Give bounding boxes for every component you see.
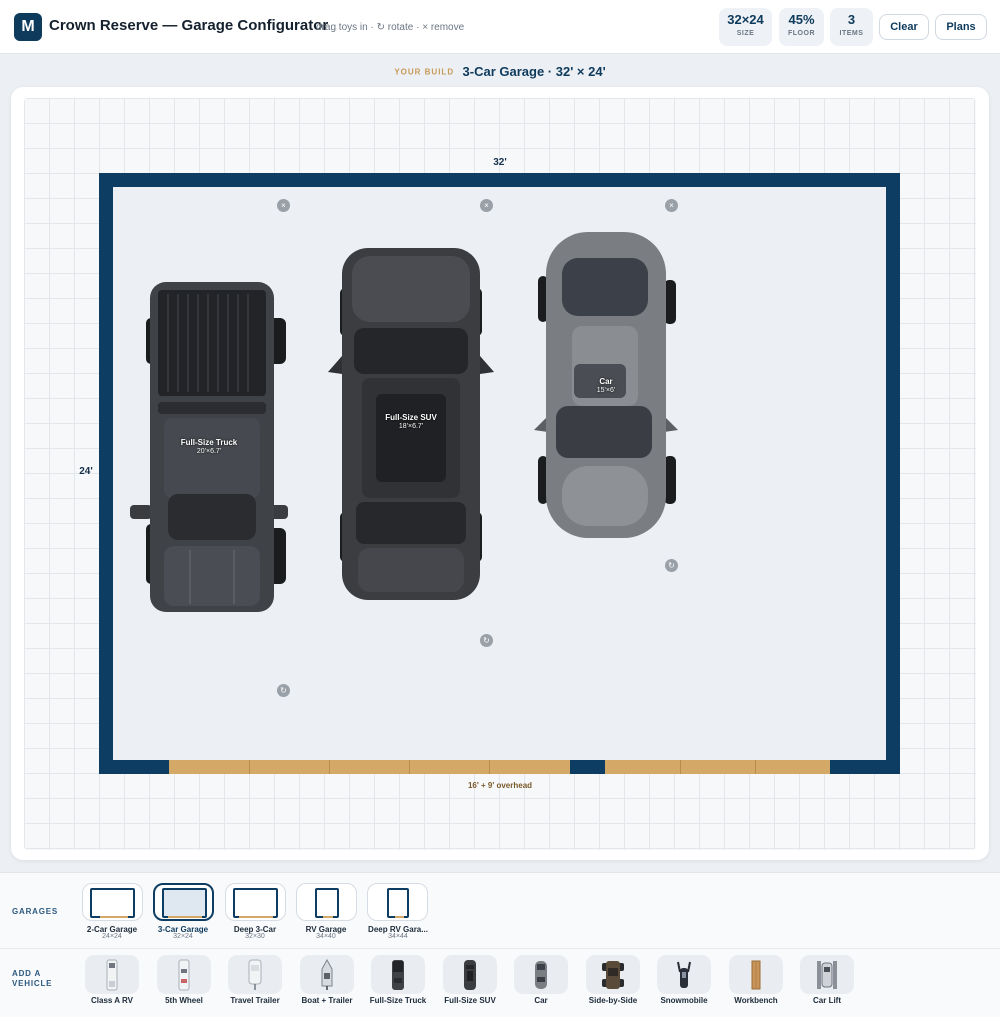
add-full-size-truck-button[interactable] (371, 955, 425, 994)
vehicle-suv-name: Full-Size SUV (385, 413, 437, 422)
build-title: YOUR BUILD 3-Car Garage · 32' × 24' (0, 63, 1000, 81)
add-car-button[interactable] (514, 955, 568, 994)
garage-door-16ft (169, 760, 570, 774)
add-boat-trailer-button[interactable] (300, 955, 354, 994)
vehicle-truck-label: Full-Size Truck 20'×6.7' (128, 438, 290, 455)
garage-option-size: 34×40 (316, 933, 336, 940)
stat-size-value: 32×24 (727, 12, 764, 27)
garage-option-2-car[interactable] (82, 883, 143, 921)
add-workbench-button[interactable] (729, 955, 783, 994)
add-snowmobile-button[interactable] (657, 955, 711, 994)
car-lift-icon (817, 960, 837, 989)
snowmobile-icon (677, 961, 691, 988)
garage-option-size: 34×44 (388, 933, 408, 940)
vehicle-suv-label: Full-Size SUV 18'×6.7' (328, 413, 494, 430)
garage-option-3-car[interactable] (153, 883, 214, 921)
tray-divider (0, 948, 1000, 949)
plans-button[interactable]: Plans (935, 14, 987, 40)
travel-trailer-icon (248, 959, 262, 990)
workbench-icon (751, 960, 761, 989)
vehicle-car-name: Car (599, 377, 613, 386)
boat-trailer-icon (321, 958, 333, 990)
garage-rv-icon (315, 888, 339, 918)
vehicle-option-name: Full-Size SUV (444, 996, 496, 1005)
depth-dimension-label: 24' (79, 466, 93, 477)
garage-2-car-icon (90, 888, 135, 918)
build-kicker: YOUR BUILD (394, 67, 455, 77)
remove-truck-icon[interactable]: × (277, 199, 290, 212)
class-a-rv-icon (106, 959, 118, 990)
truck-icon (392, 959, 404, 990)
vehicle-car[interactable]: Car 15'×6' (532, 230, 680, 542)
build-name: 3-Car Garage · 32' × 24' (462, 64, 606, 80)
vehicle-car-size: 15'×6' (596, 387, 616, 394)
rotate-truck-icon[interactable]: ↻ (277, 684, 290, 697)
stat-items: 3 ITEMS (830, 8, 873, 46)
vehicle-option-name: Side-by-Side (588, 996, 638, 1005)
add-travel-trailer-button[interactable] (228, 955, 282, 994)
door-panel-divider (680, 760, 681, 774)
add-5th-wheel-button[interactable] (157, 955, 211, 994)
add-class-a-rv-button[interactable] (85, 955, 139, 994)
stat-floor-value: 45% (788, 12, 815, 27)
app-hint: drag toys in · ↻ rotate · × remove (316, 22, 465, 33)
stat-items-value: 3 (847, 12, 856, 27)
garage-deep-3-car-icon (233, 888, 278, 918)
suv-icon (464, 959, 476, 990)
car-icon (535, 960, 547, 989)
stat-size-label: SIZE (736, 30, 755, 37)
garage-option-size: 24×24 (102, 933, 122, 940)
width-dimension-label: 32' (493, 157, 507, 168)
door-panel-divider (755, 760, 756, 774)
stat-floor: 45% FLOOR (779, 8, 824, 46)
vehicle-suv-size: 18'×6.7' (398, 423, 424, 430)
vehicle-truck-size: 20'×6.7' (196, 448, 222, 455)
vehicle-truck[interactable]: Full-Size Truck 20'×6.7' (128, 278, 290, 618)
vehicle-suv[interactable]: Full-Size SUV 18'×6.7' (328, 244, 494, 604)
vehicle-option-name: 5th Wheel (165, 996, 203, 1005)
vehicle-option-name: Car (534, 996, 548, 1005)
side-by-side-icon (602, 960, 624, 989)
garage-option-deep-rv[interactable] (367, 883, 428, 921)
vehicle-option-name: Class A RV (91, 996, 133, 1005)
door-panel-divider (409, 760, 410, 774)
add-full-size-suv-button[interactable] (443, 955, 497, 994)
garage-option-deep-3-car[interactable] (225, 883, 286, 921)
add-car-lift-button[interactable] (800, 955, 854, 994)
rotate-suv-icon[interactable]: ↻ (480, 634, 493, 647)
door-label: 16' + 9' overhead (467, 781, 533, 790)
vehicle-option-name: Workbench (734, 996, 778, 1005)
stat-size: 32×24 SIZE (719, 8, 772, 46)
remove-car-icon[interactable]: × (665, 199, 678, 212)
rotate-car-icon[interactable]: ↻ (665, 559, 678, 572)
door-panel-divider (329, 760, 330, 774)
fifth-wheel-icon (178, 959, 190, 990)
stat-floor-label: FLOOR (788, 30, 815, 37)
garage-option-rv[interactable] (296, 883, 357, 921)
app-title: Crown Reserve — Garage Configurator (49, 17, 329, 34)
garage-door-9ft (605, 760, 830, 774)
add-vehicle-section-label: ADD A VEHICLE (12, 969, 53, 988)
garages-section-label: GARAGES (12, 907, 59, 916)
remove-suv-icon[interactable]: × (480, 199, 493, 212)
garage-3-car-icon (162, 888, 207, 918)
vehicle-truck-name: Full-Size Truck (180, 438, 238, 447)
vehicle-option-name: Car Lift (813, 996, 841, 1005)
vehicle-option-name: Full-Size Truck (369, 996, 427, 1005)
app-logo: M (14, 13, 42, 41)
vehicle-option-name: Snowmobile (660, 996, 708, 1005)
app-header: M Crown Reserve — Garage Configurator dr… (0, 0, 1000, 54)
door-panel-divider (489, 760, 490, 774)
garage-deep-rv-icon (387, 888, 409, 918)
vehicle-option-name: Travel Trailer (230, 996, 280, 1005)
clear-button[interactable]: Clear (879, 14, 929, 40)
vehicle-car-label: Car 15'×6' (532, 377, 680, 394)
vehicle-option-name: Boat + Trailer (301, 996, 353, 1005)
stat-items-label: ITEMS (839, 30, 864, 37)
door-panel-divider (249, 760, 250, 774)
garage-option-size: 32×30 (245, 933, 265, 940)
garage-option-size: 32×24 (173, 933, 193, 940)
add-side-by-side-button[interactable] (586, 955, 640, 994)
